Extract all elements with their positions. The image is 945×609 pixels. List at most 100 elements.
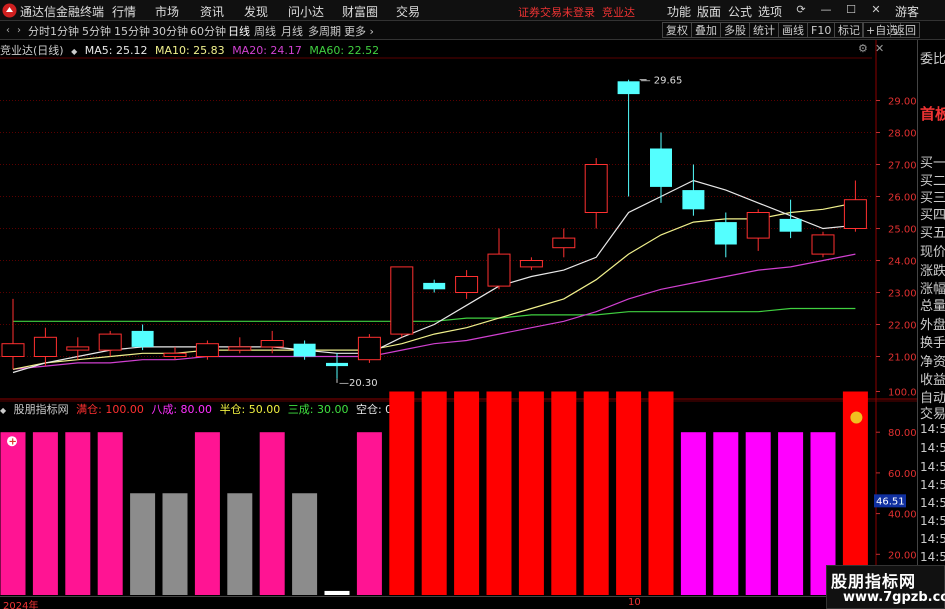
candle-body-up <box>228 346 252 351</box>
position-bar <box>130 493 156 595</box>
position-bar <box>65 432 91 595</box>
watermark-url: www.7gpzb.com <box>843 590 945 605</box>
position-bar <box>32 432 58 595</box>
candle-body-down <box>326 362 348 367</box>
price-tick-label: 25.00 <box>888 225 917 236</box>
position-bar <box>778 432 804 595</box>
quote-panel-label: 14:56 <box>920 532 945 546</box>
date-axis: 2024年 10 <box>0 596 917 609</box>
quote-panel-label: 买四 <box>920 208 945 223</box>
position-bar <box>162 493 188 595</box>
indicator-tick-label: 20.00 <box>888 550 917 561</box>
quote-panel-label: 交易 <box>920 407 945 422</box>
position-bar <box>421 391 447 595</box>
candle-body-down <box>682 190 705 210</box>
candle-body-up <box>66 346 90 351</box>
quote-panel-label: 14:56 <box>920 514 945 528</box>
candle-body-down <box>131 330 154 347</box>
candle-body-up <box>455 276 479 293</box>
indicator-tick-label: 60.00 <box>888 469 917 480</box>
candle-body-down <box>293 343 316 357</box>
position-bar <box>356 432 382 595</box>
position-bar <box>518 391 544 595</box>
candle-body-down <box>714 222 737 245</box>
candle-body-up <box>843 199 867 229</box>
position-bar <box>486 391 512 595</box>
candle-body-up <box>487 253 511 287</box>
candle-body-down <box>779 218 802 232</box>
quote-panel-label: 14:56 <box>920 496 945 510</box>
high-price-label: — 29.65 <box>641 76 683 87</box>
position-bar <box>389 391 415 595</box>
quote-panel-label: 14:56 <box>920 478 945 492</box>
candle-body-up <box>357 336 381 361</box>
position-bar <box>292 493 318 595</box>
quote-panel-label: 收益 <box>920 373 945 388</box>
candle-body-up <box>33 336 57 357</box>
kline-chart[interactable]: — 29.65 —20.30 + 29.00 28.00 27.00 26.00 25.0… <box>0 0 945 609</box>
quote-panel-label: 委比 <box>920 52 945 67</box>
position-bar <box>616 391 642 595</box>
candle-body-up <box>584 164 608 213</box>
money-bag-icon <box>850 411 863 424</box>
watermark-title: 股朋指标网 <box>831 572 917 591</box>
candle-body-up <box>163 352 187 357</box>
date-label-month: 10 <box>628 597 641 608</box>
position-bar <box>745 432 771 595</box>
low-price-label: —20.30 <box>339 378 378 389</box>
quote-panel-label: 买五 <box>920 226 945 241</box>
quote-panel-label: 14:56 <box>920 441 945 455</box>
position-bar <box>97 432 123 595</box>
quote-panel-label: 现价 <box>920 245 945 260</box>
plus-marker-glyph: + <box>9 437 17 448</box>
candle-body-up <box>98 333 122 351</box>
cursor-value-label: 46.51 <box>876 496 905 507</box>
candle-body-up <box>260 340 284 348</box>
quote-panel-label: 换手 <box>920 336 945 351</box>
position-bar <box>194 432 220 595</box>
position-bar <box>454 391 480 595</box>
candle-body-down <box>423 282 446 290</box>
candle-body-up <box>519 260 543 268</box>
candle-body-up <box>1 343 25 358</box>
position-bar <box>324 590 350 595</box>
indicator-tick-label: 40.00 <box>888 510 917 521</box>
watermark: 股朋指标网 www.7gpzb.com <box>826 565 945 609</box>
quote-panel-label: 涨跌 <box>920 264 945 279</box>
date-label-year: 2024年 <box>3 601 39 609</box>
quote-panel: 委比首板买一买二买三买四买五现价涨跌涨幅总量外盘换手净资收益自动交易14:551… <box>917 40 945 609</box>
candle-body-up <box>552 237 576 249</box>
quote-panel-label: 14:55 <box>920 422 945 436</box>
position-bar <box>227 493 253 595</box>
quote-panel-label: 买一 <box>920 156 945 171</box>
price-tick-label: 29.00 <box>888 97 917 108</box>
position-bar <box>551 391 577 595</box>
quote-panel-label: 总量 <box>920 299 945 314</box>
quote-panel-label: 14:56 <box>920 460 945 474</box>
price-tick-label: 21.00 <box>888 353 917 364</box>
candle-body-up <box>195 343 219 358</box>
candle-body-down <box>617 81 640 95</box>
price-tick-label: 26.00 <box>888 193 917 204</box>
candle-body-down <box>650 148 672 187</box>
quote-panel-label: 净资 <box>920 355 945 370</box>
price-tick-label: 28.00 <box>888 129 917 140</box>
quote-panel-label: 外盘 <box>920 318 945 333</box>
candle-body-up <box>746 212 770 239</box>
position-bar <box>259 432 285 595</box>
position-bar <box>680 432 706 595</box>
quote-panel-label: 14:56 <box>920 550 945 564</box>
candle-body-up <box>390 266 414 335</box>
position-bar <box>583 391 609 595</box>
price-tick-label: 23.00 <box>888 289 917 300</box>
price-tick-label: 22.00 <box>888 321 917 332</box>
candle-body-up <box>811 234 835 255</box>
price-tick-label: 27.00 <box>888 161 917 172</box>
ma60-line <box>13 307 856 322</box>
indicator-tick-label: 80.00 <box>888 428 917 439</box>
position-bar <box>0 432 26 595</box>
quote-panel-label: 首板 <box>920 105 945 123</box>
price-tick-label: 24.00 <box>888 257 917 268</box>
position-bar <box>713 432 739 595</box>
position-bar <box>648 391 674 595</box>
